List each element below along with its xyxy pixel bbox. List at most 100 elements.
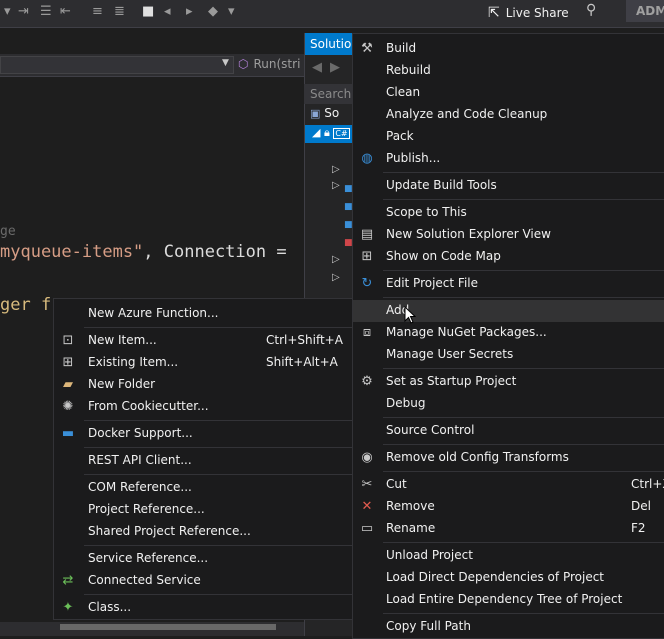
menu-item-load-direct-deps[interactable]: Load Direct Dependencies of Project [353,567,664,589]
class-icon: ✦ [62,600,74,615]
member-dropdown-label: Run(stri [253,57,301,71]
globe-icon: ◍ [361,151,373,166]
code-map-icon: ⊞ [361,249,373,264]
bookmark-icon[interactable]: ■ [142,4,154,19]
toolbar-outdent-icon[interactable]: ⇤ [60,4,71,19]
csharp-project-icon: C# [333,128,350,139]
prev-bookmark-icon[interactable]: ◂ [164,4,171,19]
menu-item-from-cookiecutter[interactable]: ✺ From Cookiecutter... [54,396,352,418]
menu-item-unload-project[interactable]: Unload Project [353,545,664,567]
expand-arrow-icon[interactable]: ◢ [312,126,320,139]
menu-separator [84,447,352,448]
folder-icon: ▰ [63,377,73,392]
toolbar-chevron-icon[interactable]: ▾ [4,4,11,19]
scissors-icon: ✂ [361,477,373,492]
menu-item-add[interactable]: Add [353,300,664,322]
menu-item-copy-full-path[interactable]: Copy Full Path [353,616,664,638]
menu-separator [383,368,664,369]
menu-item-load-dependency-tree[interactable]: Load Entire Dependency Tree of Project [353,589,664,611]
menu-item-clean[interactable]: Clean [353,82,664,104]
menu-item-pack[interactable]: Pack [353,126,664,148]
type-dropdown[interactable] [0,56,234,74]
eye-icon: ◉ [361,450,373,465]
menu-item-new-folder[interactable]: ▰ New Folder [54,374,352,396]
mouse-cursor-icon [404,306,416,324]
menu-item-show-code-map[interactable]: ⊞ Show on Code Map [353,246,664,268]
toolbar-comment-icon[interactable]: ≡ [92,4,103,19]
expand-arrow-icon[interactable]: ▷ [332,164,340,175]
menu-separator [383,471,664,472]
menu-separator [383,613,664,614]
menu-item-update-build-tools[interactable]: Update Build Tools [353,175,664,197]
expand-arrow-icon[interactable]: ▷ [332,272,340,283]
menu-item-class[interactable]: ✦ Class... [54,597,352,619]
tree-item-solution[interactable]: ▣ So [310,106,339,120]
menu-item-debug[interactable]: Debug [353,393,664,415]
menu-item-new-azure-function[interactable]: New Azure Function... [54,303,352,325]
menu-item-shared-project-reference[interactable]: Shared Project Reference... [54,521,352,543]
menu-item-existing-item[interactable]: ⊞ Existing Item... Shift+Alt+A [54,352,352,374]
menu-item-publish[interactable]: ◍ Publish... [353,148,664,170]
menu-item-analyze-cleanup[interactable]: Analyze and Code Cleanup [353,104,664,126]
menu-item-service-reference[interactable]: Service Reference... [54,548,352,570]
menu-item-scope-to-this[interactable]: Scope to This [353,202,664,224]
menu-item-connected-service[interactable]: ⇄ Connected Service [54,570,352,592]
menu-item-cut[interactable]: ✂CutCtrl+X [353,474,664,496]
code-line-trigger: ger f [0,295,52,315]
docker-icon: ▬ [61,426,75,441]
clear-bookmarks-icon[interactable]: ◆ [208,4,218,19]
menu-item-remove-config-transforms[interactable]: ◉ Remove old Config Transforms [353,447,664,469]
member-dropdown[interactable]: ⬡ Run(stri [238,57,300,71]
menu-separator [84,594,352,595]
menu-item-edit-project-file[interactable]: ↻ Edit Project File [353,273,664,295]
back-icon[interactable]: ◀ [312,60,322,75]
menu-item-new-item[interactable]: ⊡ New Item... Ctrl+Shift+A [54,330,352,352]
rename-icon: ▭ [360,521,374,536]
menu-separator [383,297,664,298]
toolbar-uncomment-icon[interactable]: ≣ [114,4,125,19]
menu-item-source-control[interactable]: Source Control [353,420,664,442]
code-line-comment: ge [0,224,16,239]
menu-item-manage-user-secrets[interactable]: Manage User Secrets [353,344,664,366]
menu-item-rename[interactable]: ▭ Rename F2 [353,518,664,540]
menu-item-build[interactable]: ⚒ Build [353,38,664,60]
tree-item-project-content: ◢ 🔒︎ C# [312,126,350,140]
toolbar-format-icon[interactable]: ☰ [40,4,52,19]
menu-item-manage-nuget[interactable]: ⧈ Manage NuGet Packages... [353,322,664,344]
menu-item-rebuild[interactable]: Rebuild [353,60,664,82]
gear-icon: ⚙ [361,374,373,389]
refresh-icon: ↻ [361,276,373,291]
cookiecutter-icon: ✺ [62,399,74,414]
nuget-icon: ⧈ [362,325,372,340]
menu-separator [383,199,664,200]
existing-item-icon: ⊞ [62,355,74,370]
menu-item-docker-support[interactable]: ▬ Docker Support... [54,423,352,445]
toolbar-indent-icon[interactable]: ⇥ [18,4,29,19]
expand-arrow-icon[interactable]: ▷ [332,254,340,265]
next-bookmark-icon[interactable]: ▸ [186,4,193,19]
solution-search-input[interactable]: Search S [304,84,352,104]
menu-item-project-reference[interactable]: Project Reference... [54,499,352,521]
account-badge[interactable]: ADM [626,0,664,22]
menu-item-rest-api-client[interactable]: REST API Client... [54,450,352,472]
menu-item-remove[interactable]: ✕ Remove Del [353,496,664,518]
menu-separator [383,172,664,173]
horizontal-scrollbar[interactable] [60,624,276,630]
forward-icon[interactable]: ▶ [330,60,340,75]
tab-solution-explorer[interactable]: Solution [305,33,353,55]
menu-separator [84,545,352,546]
chevron-down-icon[interactable]: ▼ [222,58,229,68]
menu-item-set-startup[interactable]: ⚙ Set as Startup Project [353,371,664,393]
connection-argument: , Connection = [143,242,287,262]
new-item-icon: ⊡ [62,333,74,348]
menu-separator [383,270,664,271]
menu-item-new-solution-view[interactable]: ▤ New Solution Explorer View [353,224,664,246]
toolbar-overflow-icon[interactable]: ▾ [228,4,235,19]
live-share-button[interactable]: ⇱ Live Share [488,2,569,24]
new-view-icon: ▤ [360,227,374,242]
share-icon: ⇱ [488,5,500,21]
expand-arrow-icon[interactable]: ▷ [332,180,340,191]
menu-separator [84,327,352,328]
feedback-icon[interactable]: ⚲ [586,2,596,18]
menu-item-com-reference[interactable]: COM Reference... [54,477,352,499]
